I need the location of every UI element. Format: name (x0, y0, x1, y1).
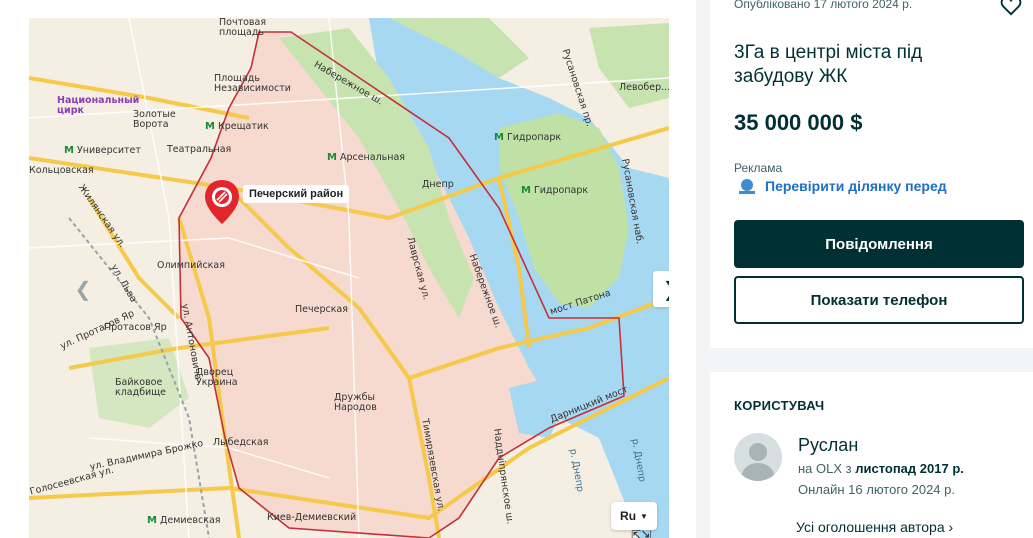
map-language-select[interactable]: Ru ▼ (611, 502, 657, 530)
map-label: Площадь Независимости (214, 73, 291, 94)
cadastre-logo-icon (736, 178, 758, 196)
chevron-left-icon: ❮ (74, 277, 92, 301)
district-label: Печерский район (243, 185, 350, 203)
map-label: Днепр (422, 179, 454, 190)
map-label: Кольцовская (29, 165, 94, 176)
map-label: Крещатик (205, 122, 269, 132)
user-card: КОРИСТУВАЧ Руслан на OLX з листопад 2017… (710, 372, 1033, 538)
map-label: Байковое кладбище (115, 377, 167, 398)
ad-label: Реклама (734, 161, 783, 175)
gallery-next-button[interactable]: ❯ (653, 271, 669, 307)
map-label: Демиевская (147, 516, 221, 526)
map-label: Университет (64, 146, 141, 156)
gallery-prev-button[interactable]: ❮ (65, 271, 101, 307)
user-name: Руслан (798, 435, 859, 455)
map-label: Лыбедская (213, 437, 269, 448)
user-section-heading: КОРИСТУВАЧ (734, 398, 825, 413)
chevron-right-icon: ❯ (663, 277, 669, 301)
left-bank-park (589, 23, 669, 108)
map-label: Гидропарк (521, 186, 588, 196)
ad-link[interactable]: Перевірити ділянку перед (765, 178, 947, 194)
user-last-online: Онлайн 16 лютого 2024 р. (798, 482, 955, 497)
map-label: Левобер... (619, 82, 669, 93)
avatar[interactable] (734, 433, 782, 481)
heart-icon[interactable] (1000, 0, 1022, 16)
listing-price: 35 000 000 $ (734, 110, 863, 135)
message-button[interactable]: Повідомлення (734, 220, 1024, 268)
map-label: Национальный цирк (57, 95, 140, 116)
expand-icon[interactable]: ⇱⇲ (631, 528, 651, 538)
map-label: Почтовая площадь (219, 18, 267, 38)
map-label: Арсенальная (327, 153, 405, 163)
map-label: Золотые Ворота (133, 109, 176, 130)
gallery-card: Почтовая площадь Площадь Независимости Н… (0, 0, 696, 538)
location-pin-icon[interactable] (202, 178, 242, 226)
map-language-value: Ru (620, 509, 637, 523)
caret-down-icon: ▼ (640, 511, 648, 521)
map-label: Печерская (295, 304, 348, 315)
location-map[interactable]: Почтовая площадь Площадь Независимости Н… (29, 18, 669, 538)
show-phone-button[interactable]: Показати телефон (734, 276, 1024, 324)
map-label: Театральная (167, 144, 232, 155)
chevron-right-icon: › (948, 519, 954, 535)
listing-title: 3Га в центрі міста під забудову ЖК (734, 42, 923, 87)
listing-card: Опубліковано 17 лютого 2024 р. 3Га в цен… (710, 0, 1033, 348)
map-label: Киев-Демиевский (267, 512, 357, 523)
all-author-ads-link[interactable]: Усі оголошення автора › (796, 519, 953, 535)
map-label: Гидропарк (494, 133, 561, 143)
publish-date: Опубліковано 17 лютого 2024 р. (734, 0, 913, 11)
map-label: Дружбы Народов (334, 392, 377, 413)
map-label: Олимпийская (157, 260, 225, 271)
user-member-since: на OLX з листопад 2017 р. (798, 461, 964, 476)
